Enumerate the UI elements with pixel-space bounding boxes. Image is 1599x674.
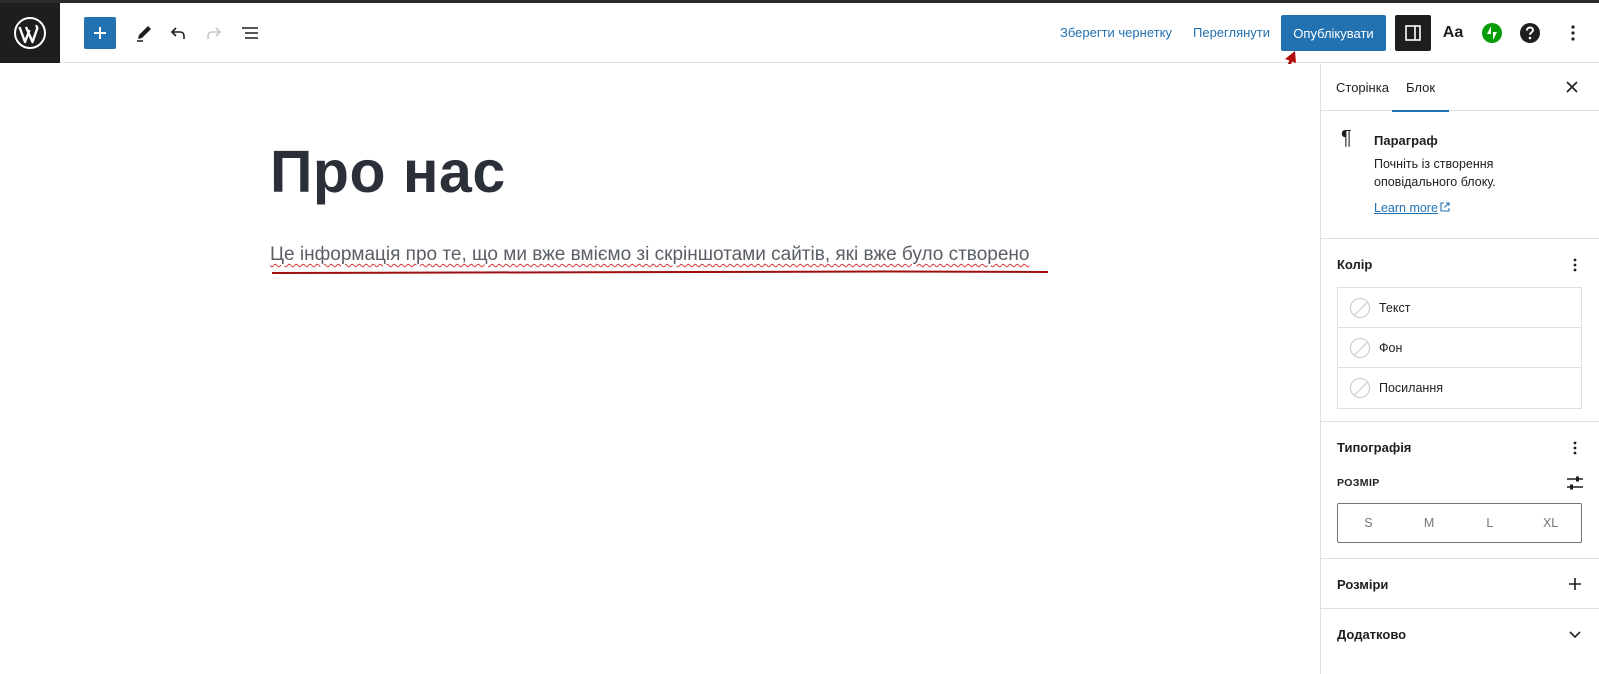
color-list: Текст Фон Посилання xyxy=(1337,287,1582,409)
external-link-icon xyxy=(1440,202,1450,212)
empty-swatch-icon xyxy=(1350,297,1370,318)
color-panel: Колір Текст Фон Посилання xyxy=(1321,239,1599,422)
size-option-l[interactable]: L xyxy=(1460,504,1521,542)
edit-tool-button[interactable] xyxy=(128,17,160,49)
close-icon xyxy=(1566,81,1578,93)
document-overview-button[interactable] xyxy=(234,17,266,49)
typography-panel-title: Типографія xyxy=(1337,440,1412,455)
custom-size-icon[interactable] xyxy=(1563,471,1587,495)
annotation-underline-icon xyxy=(272,270,1049,274)
more-options-icon[interactable] xyxy=(1557,17,1589,49)
color-panel-title: Колір xyxy=(1337,257,1373,272)
sidebar-icon xyxy=(1405,25,1421,41)
settings-toggle-button[interactable] xyxy=(1395,15,1431,51)
dimensions-panel[interactable]: Розміри xyxy=(1321,559,1599,609)
color-item-label: Текст xyxy=(1379,300,1411,315)
color-item-text[interactable]: Текст xyxy=(1338,288,1581,328)
styles-button[interactable]: Aa xyxy=(1437,17,1469,49)
block-name: Параграф xyxy=(1374,133,1438,148)
pencil-icon xyxy=(137,26,151,42)
learn-more-label: Learn more xyxy=(1374,201,1438,215)
jetpack-icon[interactable] xyxy=(1476,17,1508,49)
preview-button[interactable]: Переглянути xyxy=(1193,25,1270,40)
settings-sidebar: Сторінка Блок ¶ Параграф Почніть із ство… xyxy=(1320,64,1599,674)
block-description: Почніть із створення оповідального блоку… xyxy=(1374,157,1496,189)
undo-icon xyxy=(170,27,185,39)
close-sidebar-button[interactable] xyxy=(1557,72,1587,102)
color-item-label: Фон xyxy=(1379,340,1403,355)
undo-button[interactable] xyxy=(162,17,194,49)
dimensions-panel-title: Розміри xyxy=(1337,577,1389,592)
editor-canvas: Про нас Це інформація про те, що ми вже … xyxy=(0,64,1320,674)
add-block-button[interactable] xyxy=(84,17,116,49)
font-size-picker: S M L XL xyxy=(1337,503,1582,543)
block-card: ¶ Параграф Почніть із створення оповідал… xyxy=(1321,111,1599,239)
advanced-panel[interactable]: Додатково xyxy=(1321,609,1599,659)
size-label: РОЗМІР xyxy=(1337,477,1380,489)
typography-options-icon[interactable] xyxy=(1563,436,1587,460)
plus-icon[interactable] xyxy=(1563,572,1587,596)
empty-swatch-icon xyxy=(1350,378,1370,398)
redo-icon xyxy=(207,27,222,39)
plus-icon xyxy=(94,27,106,39)
color-item-background[interactable]: Фон xyxy=(1338,328,1581,368)
list-view-icon xyxy=(242,27,258,39)
tab-block[interactable]: Блок xyxy=(1391,64,1450,112)
wordpress-logo-icon[interactable] xyxy=(0,3,60,63)
post-title[interactable]: Про нас xyxy=(270,138,506,206)
color-item-label: Посилання xyxy=(1379,381,1443,395)
typography-panel: Типографія РОЗМІР S M L XL xyxy=(1321,422,1599,559)
chevron-down-icon[interactable] xyxy=(1563,622,1587,646)
empty-swatch-icon xyxy=(1350,337,1370,358)
publish-button[interactable]: Опублікувати xyxy=(1281,15,1386,51)
size-option-m[interactable]: M xyxy=(1399,504,1460,542)
advanced-panel-title: Додатково xyxy=(1337,627,1407,642)
sidebar-tabs: Сторінка Блок xyxy=(1321,64,1599,112)
help-icon[interactable] xyxy=(1514,17,1546,49)
size-option-s[interactable]: S xyxy=(1338,504,1399,542)
tab-page[interactable]: Сторінка xyxy=(1336,64,1389,111)
size-option-xl[interactable]: XL xyxy=(1520,504,1581,542)
learn-more-link[interactable]: Learn more xyxy=(1374,201,1450,215)
paragraph-icon: ¶ xyxy=(1341,127,1352,149)
paragraph-block[interactable]: Це інформація про те, що ми вже вміємо з… xyxy=(270,244,1029,266)
color-options-icon[interactable] xyxy=(1563,253,1587,277)
editor-toolbar: Зберегти чернетку Переглянути Опублікува… xyxy=(0,3,1599,63)
color-item-link[interactable]: Посилання xyxy=(1338,368,1581,408)
redo-button[interactable] xyxy=(198,17,230,49)
save-draft-button[interactable]: Зберегти чернетку xyxy=(1060,25,1172,40)
